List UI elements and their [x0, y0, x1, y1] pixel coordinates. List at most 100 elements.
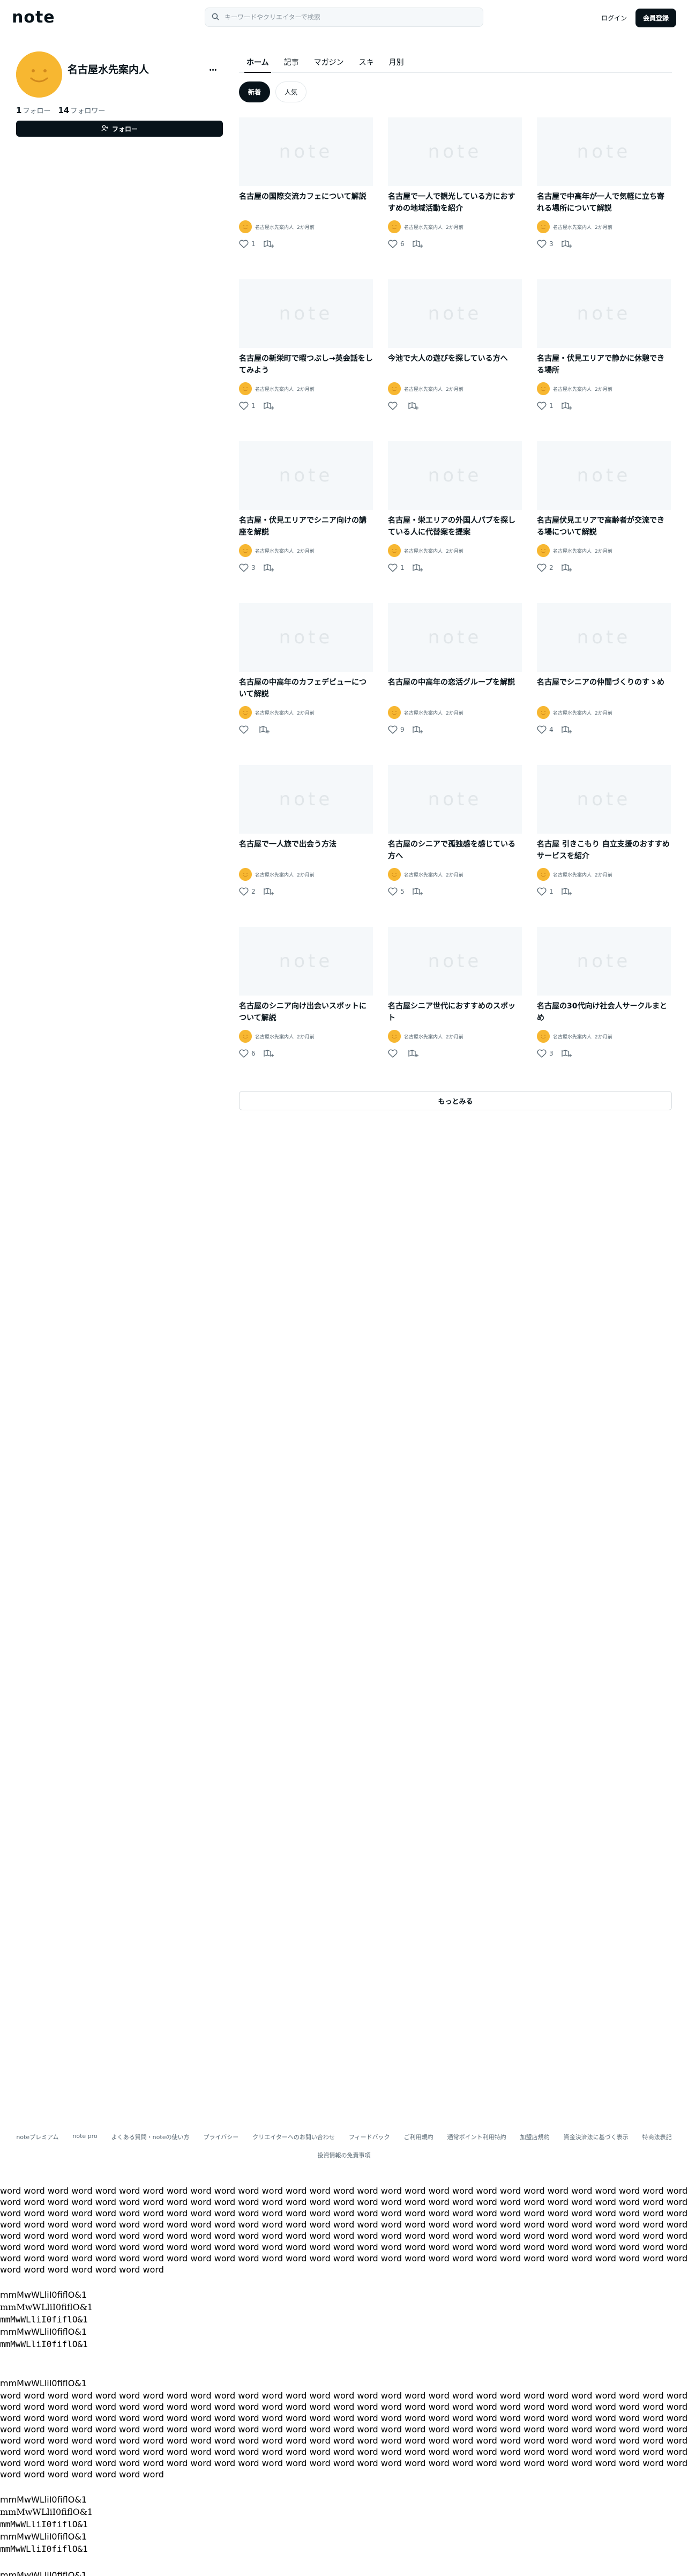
like-button[interactable]: 1 [239, 240, 256, 248]
article-thumbnail[interactable]: note [388, 603, 522, 672]
like-button[interactable]: 1 [537, 887, 554, 896]
add-to-magazine-button[interactable] [561, 240, 572, 248]
article-thumbnail[interactable]: note [239, 279, 373, 348]
article-thumbnail[interactable]: note [537, 927, 671, 996]
signup-button[interactable]: 会員登録 [635, 9, 676, 27]
author-name[interactable]: 名古屋水先案内人 [404, 709, 443, 716]
more-options-button[interactable]: ••• [204, 59, 223, 78]
like-button[interactable]: 2 [239, 887, 256, 896]
search-box[interactable] [205, 8, 483, 27]
follow-button[interactable]: フォロー [16, 121, 223, 137]
author-avatar-icon[interactable] [388, 1030, 401, 1043]
article-thumbnail[interactable]: note [388, 117, 522, 186]
author-avatar-icon[interactable] [537, 382, 550, 395]
article-title[interactable]: 名古屋の国際交流カフェについて解説 [239, 191, 373, 215]
author-avatar-icon[interactable] [537, 1030, 550, 1043]
footer-link[interactable]: 加盟店規約 [520, 2133, 550, 2141]
like-button[interactable]: 9 [388, 725, 405, 734]
add-to-magazine-button[interactable] [263, 563, 274, 572]
author-name[interactable]: 名古屋水先案内人 [255, 224, 294, 231]
note-logo[interactable]: note [12, 8, 205, 27]
article-title[interactable]: 名古屋で一人で観光している方におすすめの地域活動を紹介 [388, 191, 522, 215]
article-thumbnail[interactable]: note [537, 603, 671, 672]
article-title[interactable]: 名古屋の中高年の恋活グループを解説 [388, 677, 522, 701]
article-thumbnail[interactable]: note [388, 279, 522, 348]
add-to-magazine-button[interactable] [408, 1049, 418, 1058]
article-card[interactable]: note 名古屋伏見エリアで高齢者が交流できる場について解説 名古屋水先案内人 … [537, 441, 671, 603]
footer-link[interactable]: 特商法表記 [642, 2133, 672, 2141]
like-button[interactable]: 3 [239, 563, 256, 572]
article-thumbnail[interactable]: note [239, 765, 373, 834]
author-name[interactable]: 名古屋水先案内人 [553, 547, 592, 554]
add-to-magazine-button[interactable] [412, 887, 423, 896]
tab-home[interactable]: ホーム [239, 51, 276, 73]
article-title[interactable]: 今池で大人の遊びを探している方へ [388, 353, 522, 377]
author-name[interactable]: 名古屋水先案内人 [255, 709, 294, 716]
add-to-magazine-button[interactable] [263, 887, 274, 896]
add-to-magazine-button[interactable] [263, 402, 274, 410]
author-name[interactable]: 名古屋水先案内人 [553, 871, 592, 878]
article-thumbnail[interactable]: note [239, 117, 373, 186]
like-button[interactable] [388, 1049, 400, 1058]
followers-link[interactable]: 14 フォロワー [58, 105, 105, 115]
sort-popular-button[interactable]: 人気 [275, 81, 307, 102]
like-button[interactable] [388, 402, 400, 410]
article-thumbnail[interactable]: note [537, 117, 671, 186]
footer-link[interactable]: プライバシー [203, 2133, 238, 2141]
article-card[interactable]: note 名古屋で一人で観光している方におすすめの地域活動を紹介 名古屋水先案内… [388, 117, 522, 279]
article-title[interactable]: 名古屋・栄エリアの外国人パブを探している人に代替案を提案 [388, 515, 522, 539]
like-button[interactable] [239, 725, 251, 734]
author-avatar-icon[interactable] [388, 382, 401, 395]
author-avatar-icon[interactable] [239, 220, 252, 233]
avatar[interactable] [16, 51, 62, 98]
like-button[interactable]: 3 [537, 240, 554, 248]
footer-link[interactable]: ご利用規約 [404, 2133, 433, 2141]
author-avatar-icon[interactable] [239, 1030, 252, 1043]
add-to-magazine-button[interactable] [259, 725, 270, 734]
article-thumbnail[interactable]: note [537, 279, 671, 348]
like-button[interactable]: 1 [388, 563, 405, 572]
like-button[interactable]: 6 [239, 1049, 256, 1058]
like-button[interactable]: 6 [388, 240, 405, 248]
article-thumbnail[interactable]: note [388, 441, 522, 510]
author-avatar-icon[interactable] [388, 544, 401, 557]
article-title[interactable]: 名古屋で中高年が一人で気軽に立ち寄れる場所について解説 [537, 191, 671, 215]
article-card[interactable]: note 名古屋の国際交流カフェについて解説 名古屋水先案内人 2か月前 1 [239, 117, 373, 279]
add-to-magazine-button[interactable] [412, 725, 423, 734]
author-name[interactable]: 名古屋水先案内人 [255, 547, 294, 554]
article-thumbnail[interactable]: note [239, 603, 373, 672]
footer-link[interactable]: 通常ポイント利用特約 [447, 2133, 506, 2141]
article-card[interactable]: note 名古屋の新栄町で暇つぶし→英会話をしてみよう 名古屋水先案内人 2か月… [239, 279, 373, 441]
author-name[interactable]: 名古屋水先案内人 [255, 1033, 294, 1040]
article-thumbnail[interactable]: note [537, 441, 671, 510]
author-name[interactable]: 名古屋水先案内人 [553, 224, 592, 231]
search-input[interactable] [225, 13, 471, 21]
author-name[interactable]: 名古屋水先案内人 [553, 385, 592, 392]
author-name[interactable]: 名古屋水先案内人 [553, 1033, 592, 1040]
footer-link[interactable]: note pro [72, 2133, 97, 2141]
like-button[interactable]: 1 [537, 402, 554, 410]
article-thumbnail[interactable]: note [239, 441, 373, 510]
see-more-button[interactable]: もっとみる [239, 1091, 672, 1110]
article-card[interactable]: note 名古屋で中高年が一人で気軽に立ち寄れる場所について解説 名古屋水先案内… [537, 117, 671, 279]
author-name[interactable]: 名古屋水先案内人 [404, 547, 443, 554]
article-card[interactable]: note 名古屋・伏見エリアで静かに休憩できる場所 名古屋水先案内人 2か月前 … [537, 279, 671, 441]
author-avatar-icon[interactable] [537, 220, 550, 233]
like-button[interactable]: 3 [537, 1049, 554, 1058]
author-avatar-icon[interactable] [239, 382, 252, 395]
author-name[interactable]: 名古屋水先案内人 [404, 871, 443, 878]
article-title[interactable]: 名古屋の新栄町で暇つぶし→英会話をしてみよう [239, 353, 373, 377]
article-card[interactable]: note 名古屋で一人旅で出会う方法 名古屋水先案内人 2か月前 2 [239, 765, 373, 927]
article-card[interactable]: note 名古屋のシニアで孤独感を感じている方へ 名古屋水先案内人 2か月前 5 [388, 765, 522, 927]
author-name[interactable]: 名古屋水先案内人 [255, 871, 294, 878]
author-name[interactable]: 名古屋水先案内人 [553, 709, 592, 716]
footer-link[interactable]: クリエイターへのお問い合わせ [252, 2133, 335, 2141]
author-name[interactable]: 名古屋水先案内人 [255, 385, 294, 392]
article-card[interactable]: note 名古屋 引きこもり 自立支援のおすすめサービスを紹介 名古屋水先案内人… [537, 765, 671, 927]
author-avatar-icon[interactable] [239, 706, 252, 719]
creator-name[interactable]: 名古屋水先案内人 [68, 62, 149, 76]
article-title[interactable]: 名古屋伏見エリアで高齢者が交流できる場について解説 [537, 515, 671, 539]
article-title[interactable]: 名古屋で一人旅で出会う方法 [239, 839, 373, 863]
like-button[interactable]: 5 [388, 887, 405, 896]
article-card[interactable]: note 名古屋のシニア向け出会いスポットについて解説 名古屋水先案内人 2か月… [239, 927, 373, 1089]
